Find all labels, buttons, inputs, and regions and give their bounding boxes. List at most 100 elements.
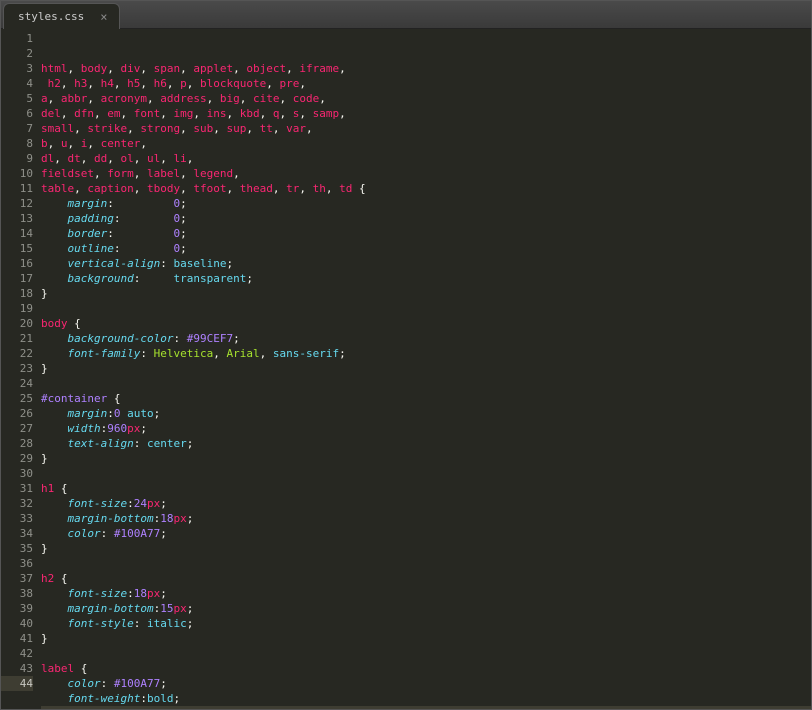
code-line[interactable]: outline: 0; — [41, 241, 811, 256]
token-punc: } — [41, 362, 48, 375]
code-line[interactable]: background: transparent; — [41, 271, 811, 286]
line-number: 36 — [1, 556, 33, 571]
token-tag: applet — [193, 62, 233, 75]
code-line[interactable]: h2 { — [41, 571, 811, 586]
code-line[interactable]: } — [41, 541, 811, 556]
token-punc: ; — [173, 692, 180, 705]
token-punc: : — [114, 212, 174, 225]
code-line[interactable]: margin: 0; — [41, 196, 811, 211]
token-punc: } — [41, 707, 48, 709]
line-number: 26 — [1, 406, 33, 421]
line-number: 41 — [1, 631, 33, 646]
token-punc: : — [107, 227, 173, 240]
code-line[interactable]: fieldset, form, label, legend, — [41, 166, 811, 181]
token-punc: , — [140, 62, 153, 75]
code-line[interactable]: font-size:24px; — [41, 496, 811, 511]
token-tag: small — [41, 122, 74, 135]
code-line[interactable] — [41, 466, 811, 481]
code-line[interactable]: font-style: italic; — [41, 616, 811, 631]
token-unit: px — [173, 602, 186, 615]
token-punc: ; — [160, 527, 167, 540]
code-line[interactable]: #container { — [41, 391, 811, 406]
editor-area[interactable]: 1234567891011121314151617181920212223242… — [1, 29, 811, 709]
code-line[interactable]: text-align: center; — [41, 436, 811, 451]
token-punc: , — [48, 92, 61, 105]
code-line[interactable]: } — [41, 286, 811, 301]
token-punc: , — [180, 167, 193, 180]
token-tag: tr — [286, 182, 299, 195]
line-number: 42 — [1, 646, 33, 661]
code-line[interactable]: body { — [41, 316, 811, 331]
code-line[interactable]: vertical-align: baseline; — [41, 256, 811, 271]
code-line[interactable]: del, dfn, em, font, img, ins, kbd, q, s,… — [41, 106, 811, 121]
code-line[interactable]: border: 0; — [41, 226, 811, 241]
code-line[interactable]: small, strike, strong, sub, sup, tt, var… — [41, 121, 811, 136]
token-guide — [41, 347, 68, 360]
code-line[interactable]: width:960px; — [41, 421, 811, 436]
token-guide — [41, 437, 68, 450]
code-line[interactable]: } — [41, 706, 811, 709]
token-punc: } — [41, 452, 48, 465]
code-line[interactable]: html, body, div, span, applet, object, i… — [41, 61, 811, 76]
token-punc: , — [273, 122, 286, 135]
token-punc: , — [54, 152, 67, 165]
token-punc: , — [68, 62, 81, 75]
code-line[interactable]: padding: 0; — [41, 211, 811, 226]
line-number: 10 — [1, 166, 33, 181]
token-kw: auto — [127, 407, 154, 420]
code-line[interactable]: b, u, i, center, — [41, 136, 811, 151]
token-tag: kbd — [240, 107, 260, 120]
token-tag: address — [160, 92, 206, 105]
code-area[interactable]: html, body, div, span, applet, object, i… — [41, 29, 811, 709]
token-tag: code — [293, 92, 320, 105]
code-line[interactable]: color: #100A77; — [41, 526, 811, 541]
token-tag: var — [286, 122, 306, 135]
token-punc: ; — [246, 272, 253, 285]
token-val: 0 — [114, 407, 121, 420]
code-line[interactable]: h2, h3, h4, h5, h6, p, blockquote, pre, — [41, 76, 811, 91]
code-line[interactable]: font-weight:bold; — [41, 691, 811, 706]
tab-styles-css[interactable]: styles.css × — [3, 3, 120, 29]
token-val: 18 — [134, 587, 147, 600]
code-line[interactable] — [41, 556, 811, 571]
code-line[interactable] — [41, 376, 811, 391]
line-number: 8 — [1, 136, 33, 151]
token-tag: iframe — [299, 62, 339, 75]
code-line[interactable]: h1 { — [41, 481, 811, 496]
token-punc: : — [140, 692, 147, 705]
code-line[interactable]: table, caption, tbody, tfoot, thead, tr,… — [41, 181, 811, 196]
code-line[interactable]: margin:0 auto; — [41, 406, 811, 421]
code-line[interactable]: dl, dt, dd, ol, ul, li, — [41, 151, 811, 166]
close-icon[interactable]: × — [100, 11, 107, 23]
code-line[interactable]: } — [41, 631, 811, 646]
code-line[interactable]: } — [41, 361, 811, 376]
code-line[interactable] — [41, 301, 811, 316]
line-number: 4 — [1, 76, 33, 91]
code-line[interactable]: label { — [41, 661, 811, 676]
scrollbar[interactable] — [797, 29, 811, 709]
token-punc: : — [101, 677, 114, 690]
code-line[interactable]: } — [41, 451, 811, 466]
token-punc: { — [68, 317, 81, 330]
line-number: 22 — [1, 346, 33, 361]
code-line[interactable]: background-color: #99CEF7; — [41, 331, 811, 346]
code-line[interactable]: margin-bottom:15px; — [41, 601, 811, 616]
line-number: 24 — [1, 376, 33, 391]
line-number: 25 — [1, 391, 33, 406]
code-line[interactable]: font-size:18px; — [41, 586, 811, 601]
code-line[interactable]: a, abbr, acronym, address, big, cite, co… — [41, 91, 811, 106]
line-number: 14 — [1, 226, 33, 241]
token-prop: font-weight — [68, 692, 141, 705]
token-punc: , — [246, 122, 259, 135]
code-line[interactable]: margin-bottom:18px; — [41, 511, 811, 526]
code-line[interactable]: font-family: Helvetica, Arial, sans-seri… — [41, 346, 811, 361]
token-punc: ; — [180, 242, 187, 255]
code-line[interactable] — [41, 646, 811, 661]
tab-bar: styles.css × — [1, 1, 811, 29]
token-punc: , — [233, 167, 240, 180]
code-line[interactable]: color: #100A77; — [41, 676, 811, 691]
line-number: 6 — [1, 106, 33, 121]
token-kw: italic — [147, 617, 187, 630]
token-punc: , — [134, 167, 147, 180]
token-tag: samp — [313, 107, 340, 120]
